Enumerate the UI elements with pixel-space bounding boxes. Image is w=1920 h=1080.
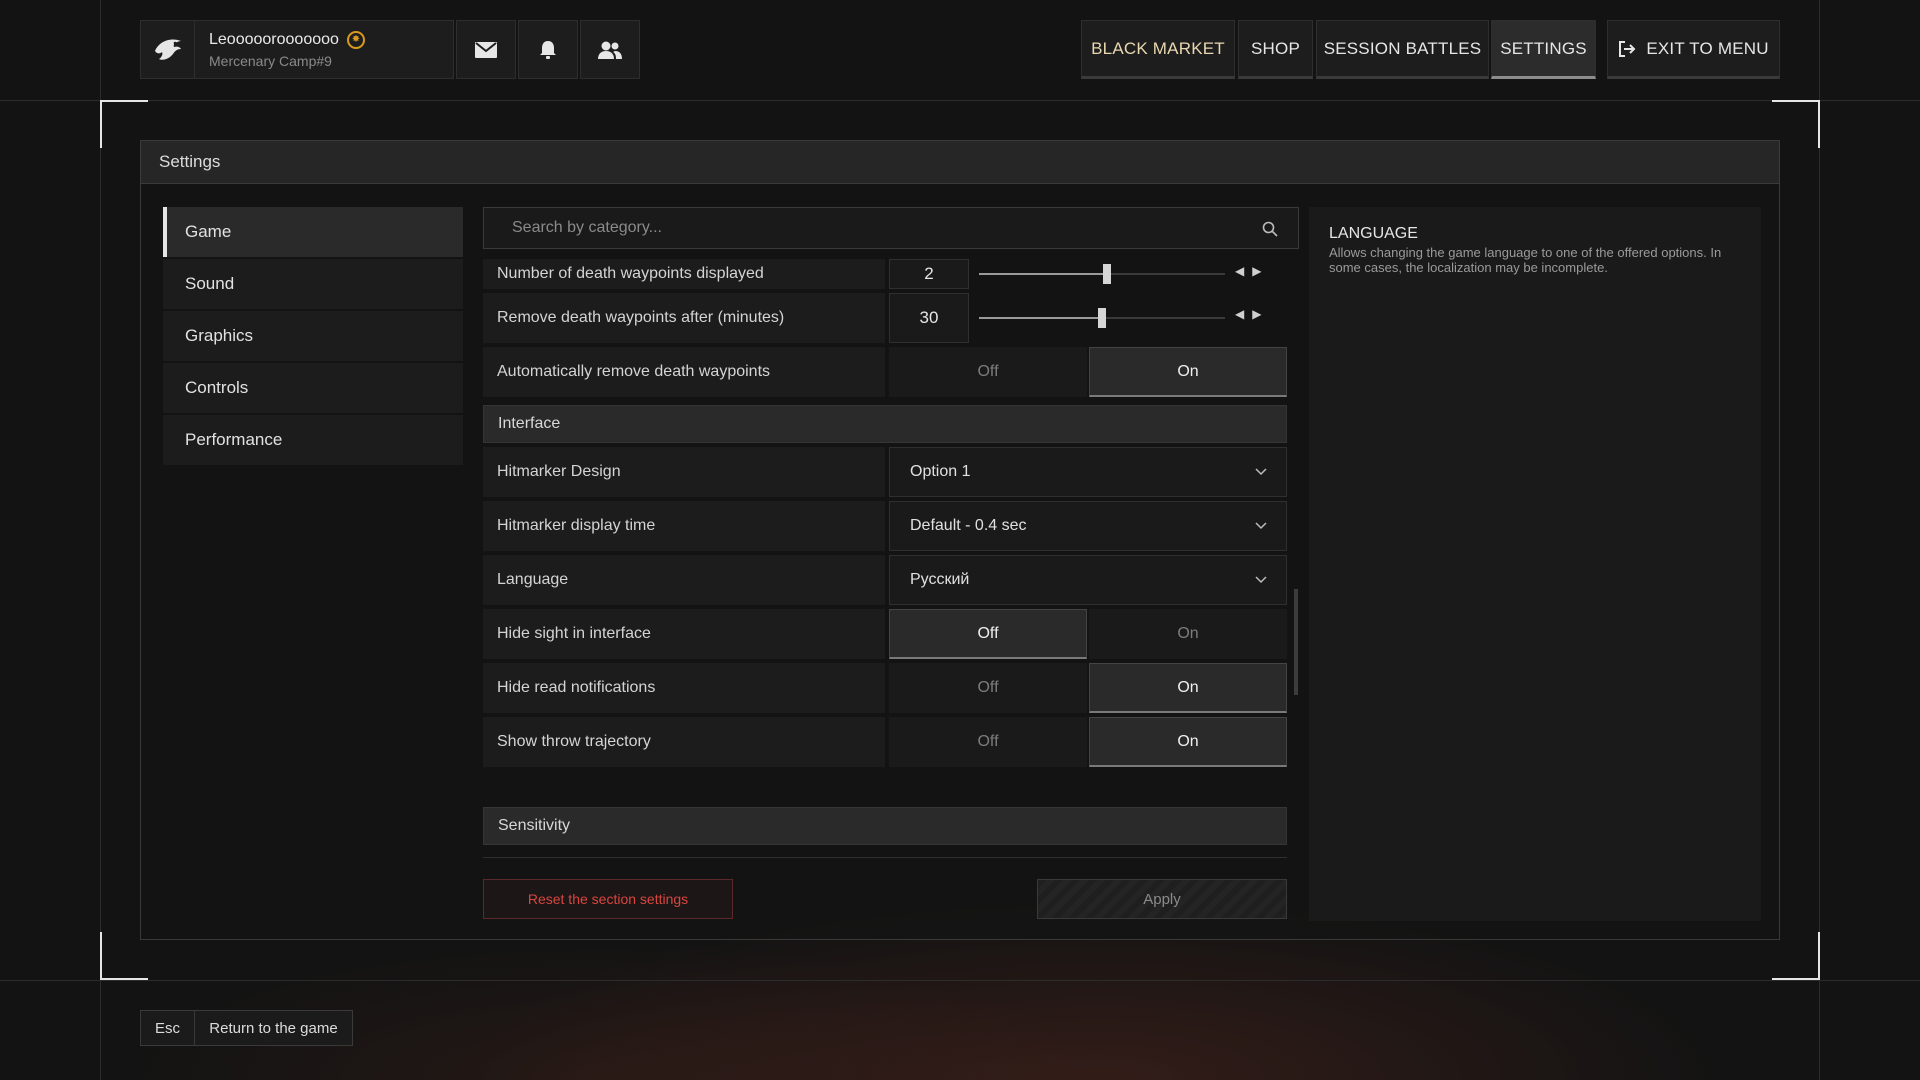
setting-label: Number of death waypoints displayed xyxy=(483,259,885,289)
chevron-down-icon xyxy=(1255,522,1267,530)
setting-language: Language Русский xyxy=(483,555,1287,605)
sidebar-item-sound[interactable]: Sound xyxy=(163,259,463,309)
return-to-game[interactable]: Esc Return to the game xyxy=(140,1010,353,1046)
dropdown-value: Option 1 xyxy=(910,463,971,480)
info-description: Allows changing the game language to one… xyxy=(1329,245,1722,275)
nav-settings[interactable]: SETTINGS xyxy=(1491,20,1596,79)
chevron-down-icon xyxy=(1255,576,1267,584)
sidebar-item-graphics[interactable]: Graphics xyxy=(163,311,463,361)
setting-show-throw-trajectory: Show throw trajectory Off On xyxy=(483,717,1287,767)
section-sensitivity: Sensitivity xyxy=(483,807,1287,845)
toggle-on[interactable]: On xyxy=(1089,347,1287,397)
arrow-right-icon[interactable]: ▶ xyxy=(1252,307,1269,321)
chevron-down-icon xyxy=(1255,468,1267,476)
setting-label: Show throw trajectory xyxy=(483,717,885,767)
divider xyxy=(483,857,1287,858)
apply-button[interactable]: Apply xyxy=(1037,879,1287,919)
info-title: LANGUAGE xyxy=(1329,225,1418,242)
setting-remove-waypoints-after: Remove death waypoints after (minutes) 3… xyxy=(483,293,1287,343)
exit-label: EXIT TO MENU xyxy=(1646,38,1769,58)
mail-button[interactable] xyxy=(456,20,516,79)
section-interface: Interface xyxy=(483,405,1287,443)
arrow-left-icon[interactable]: ◀ xyxy=(1235,264,1252,278)
setting-label: Language xyxy=(483,555,885,605)
slider-fill xyxy=(979,317,1102,319)
frame-line-right xyxy=(1819,0,1820,1080)
exit-to-menu-button[interactable]: EXIT TO MENU xyxy=(1607,20,1780,79)
language-dropdown[interactable]: Русский xyxy=(889,555,1287,605)
mail-icon xyxy=(475,41,497,58)
setting-auto-remove-waypoints: Automatically remove death waypoints Off… xyxy=(483,347,1287,397)
death-waypoints-value[interactable]: 2 xyxy=(889,259,969,289)
setting-label: Hide read notifications xyxy=(483,663,885,713)
dropdown-value: Default - 0.4 sec xyxy=(910,517,1027,534)
panel-title: Settings xyxy=(141,141,1779,184)
stepper-arrows[interactable]: ◀▶ xyxy=(1235,307,1269,321)
remove-after-slider[interactable] xyxy=(979,308,1225,328)
sidebar-item-performance[interactable]: Performance xyxy=(163,415,463,465)
setting-label: Remove death waypoints after (minutes) xyxy=(483,293,885,343)
toggle-off[interactable]: Off xyxy=(889,717,1087,767)
toggle-off[interactable]: Off xyxy=(889,609,1087,659)
profile-name: Leooooorooooooo xyxy=(209,30,339,48)
exit-icon xyxy=(1619,40,1636,57)
hitmarker-design-dropdown[interactable]: Option 1 xyxy=(889,447,1287,497)
setting-hitmarker-design: Hitmarker Design Option 1 xyxy=(483,447,1287,497)
notifications-button[interactable] xyxy=(518,20,578,79)
slider-fill xyxy=(979,273,1107,275)
toggle-on[interactable]: On xyxy=(1089,663,1287,713)
settings-scrollbar[interactable] xyxy=(1294,589,1298,695)
sidebar-item-controls[interactable]: Controls xyxy=(163,363,463,413)
profile-card[interactable]: Leooooorooooooo ✸ Mercenary Camp#9 xyxy=(140,20,454,79)
search-icon xyxy=(1262,221,1278,237)
settings-panel: Settings Game Sound Graphics Controls Pe… xyxy=(140,140,1780,940)
toggle-off[interactable]: Off xyxy=(889,663,1087,713)
toggle-on[interactable]: On xyxy=(1089,609,1287,659)
esc-key[interactable]: Esc xyxy=(140,1010,195,1046)
nav-shop[interactable]: SHOP xyxy=(1238,20,1313,79)
setting-label: Hitmarker display time xyxy=(483,501,885,551)
toggle-off[interactable]: Off xyxy=(889,347,1087,397)
setting-hide-read-notifications: Hide read notifications Off On xyxy=(483,663,1287,713)
frame-line-left xyxy=(100,0,101,1080)
hitmarker-time-dropdown[interactable]: Default - 0.4 sec xyxy=(889,501,1287,551)
stepper-arrows[interactable]: ◀▶ xyxy=(1235,264,1269,278)
search-input[interactable] xyxy=(512,219,1232,237)
frame-line-top xyxy=(0,100,1920,101)
slider-thumb[interactable] xyxy=(1098,308,1106,328)
sidebar-item-game[interactable]: Game xyxy=(163,207,463,257)
info-panel: LANGUAGE Allows changing the game langua… xyxy=(1309,207,1761,921)
setting-label: Hide sight in interface xyxy=(483,609,885,659)
rank-badge-icon: ✸ xyxy=(346,30,365,49)
eagle-icon xyxy=(141,21,195,78)
setting-hide-sight: Hide sight in interface Off On xyxy=(483,609,1287,659)
arrow-right-icon[interactable]: ▶ xyxy=(1252,264,1269,278)
reset-section-button[interactable]: Reset the section settings xyxy=(483,879,733,919)
arrow-left-icon[interactable]: ◀ xyxy=(1235,307,1252,321)
remove-after-value[interactable]: 30 xyxy=(889,293,969,343)
search-box[interactable] xyxy=(483,207,1299,249)
slider-thumb[interactable] xyxy=(1102,264,1111,284)
dropdown-value: Русский xyxy=(910,571,970,588)
nav-black-market[interactable]: BLACK MARKET xyxy=(1081,20,1235,79)
nav-session-battles[interactable]: SESSION BATTLES xyxy=(1316,20,1489,79)
setting-hitmarker-display-time: Hitmarker display time Default - 0.4 sec xyxy=(483,501,1287,551)
bell-icon xyxy=(540,40,556,59)
toggle-on[interactable]: On xyxy=(1089,717,1287,767)
setting-label: Hitmarker Design xyxy=(483,447,885,497)
frame-line-bottom xyxy=(0,980,1920,981)
profile-subtitle: Mercenary Camp#9 xyxy=(209,52,332,69)
friends-icon xyxy=(598,41,622,59)
death-waypoints-slider[interactable] xyxy=(979,264,1225,284)
setting-death-waypoints: Number of death waypoints displayed 2 ◀▶ xyxy=(483,259,1287,289)
return-to-game-button[interactable]: Return to the game xyxy=(195,1010,353,1046)
friends-button[interactable] xyxy=(580,20,640,79)
setting-label: Automatically remove death waypoints xyxy=(483,347,885,397)
